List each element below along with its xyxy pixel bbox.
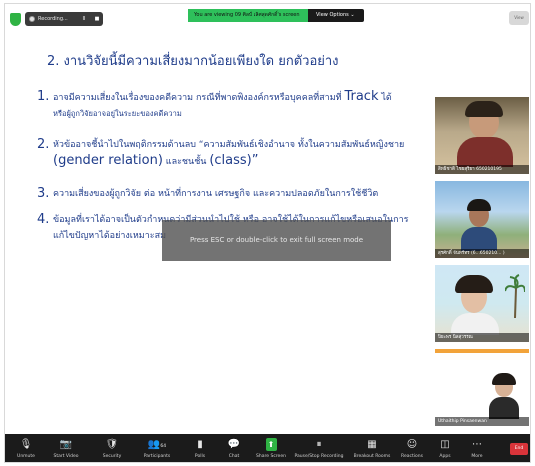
slide-item-3: 3. ความเสี่ยงของผู้ถูกวิจัย ต่อ หน้าที่ก… [37, 186, 428, 202]
video-tile[interactable]: สิทธิชาติ ไชยสุริยา 650210195 [435, 97, 529, 174]
view-button[interactable]: View [509, 11, 529, 25]
participant-shirt [489, 397, 519, 419]
end-meeting-button[interactable]: End [510, 443, 528, 455]
shield-icon: 🛡 [105, 439, 119, 450]
item-text-en: (gender relation) [53, 153, 163, 168]
start-video-button[interactable]: 📷 Start Video [49, 434, 83, 462]
participant-hair [467, 199, 491, 211]
stop-recording-button[interactable]: ■ [92, 16, 102, 22]
meeting-toolbar: 🎙 Unmute 📷 Start Video 🛡 Security 👥64 Pa… [5, 434, 530, 462]
item-text-end: ได้ [381, 93, 392, 103]
chat-button[interactable]: 💬 Chat [221, 434, 247, 462]
view-options-button[interactable]: View Options ⌄ [308, 9, 355, 22]
video-tile[interactable]: สุรศักดิ์ จันทร์ทร (6...650210... ) [435, 181, 529, 258]
participants-button[interactable]: 👥64 Participants [137, 434, 177, 462]
apps-icon: ◫ [440, 439, 450, 450]
palm-tree-icon [505, 274, 525, 318]
item-number: 4. [37, 212, 50, 227]
item-text: ความเสี่ยงของผู้ถูกวิจัย ต่อ หน้าที่การง… [53, 189, 379, 199]
zoom-window: Recording... II ■ You are viewing 09 ศิล… [4, 3, 531, 463]
item-number: 2. [37, 137, 50, 152]
security-button[interactable]: 🛡 Security [97, 434, 127, 462]
recording-indicator: Recording... II ■ [25, 12, 103, 26]
item-text-end: (class)” [209, 153, 259, 168]
viewing-banner: You are viewing 09 ศิลป์ เลิศสุดศักดิ์'s… [188, 9, 364, 22]
chat-icon: 💬 [227, 439, 241, 450]
item-text-en: Track [344, 89, 379, 104]
record-dot-icon [29, 16, 35, 22]
pause-recording-button[interactable]: II [79, 16, 89, 22]
participants-icon: 👥64 [147, 439, 167, 450]
reactions-button[interactable]: ☺ Reactions [397, 434, 427, 462]
viewing-text: You are viewing 09 ศิลป์ เลิศสุดศักดิ์'s… [188, 9, 308, 22]
shield-icon[interactable] [10, 13, 21, 26]
top-bar: Recording... II ■ You are viewing 09 ศิล… [5, 4, 530, 34]
pause-stop-recording-button[interactable]: ⏸ Pause/Stop Recording [293, 434, 345, 462]
item-number: 1. [37, 89, 50, 104]
participant-shirt [457, 137, 513, 167]
apps-button[interactable]: ◫ Apps [433, 434, 457, 462]
item-text: หัวข้ออาจชี้นำไปในพฤติกรรมด้านลบ “ความสั… [53, 140, 405, 150]
item-text-line2: แก้ไขปัญหาได้อย่างเหมาะสม [53, 231, 167, 241]
recording-label: Recording... [38, 16, 68, 22]
share-screen-button[interactable]: ⬆ Share Screen [253, 434, 289, 462]
pause-recording-icon: ⏸ [316, 439, 322, 450]
share-screen-icon: ⬆ [265, 438, 277, 451]
shared-slide: 2. งานวิจัยนี้มีความเสี่ยงมากน้อยเพียงใด… [5, 34, 435, 434]
slide-item-1: 1. อาจมีความเสี่ยงในเรื่องของคดีความ กรณ… [37, 89, 428, 122]
participant-shirt [451, 313, 499, 335]
participant-name: สุรศักดิ์ จันทร์ทร (6...650210... ) [435, 249, 529, 258]
unmute-button[interactable]: 🎙 Unmute [11, 434, 41, 462]
participant-hair [455, 275, 493, 293]
camera-icon: 📷 [59, 439, 73, 450]
exit-fullscreen-toast: Press ESC or double-click to exit full s… [162, 220, 391, 261]
polls-icon: ▮ [197, 439, 203, 450]
polls-button[interactable]: ▮ Polls [187, 434, 213, 462]
participant-hair [465, 101, 503, 117]
video-tile[interactable]: ปิยะพร นิลสุวรรณ [435, 265, 529, 342]
participant-hair [492, 373, 516, 385]
participant-name: ปิยะพร นิลสุวรรณ [435, 333, 529, 342]
item-text-line2: หรือผู้ถูกวิจัยอาจอยู่ในระยะของคดีความ [53, 109, 182, 118]
breakout-rooms-button[interactable]: ▦ Breakout Rooms [349, 434, 395, 462]
participant-name: Uthaithip Pinsaenwan [435, 417, 529, 426]
participant-count: 64 [160, 444, 167, 449]
item-text-mid: และชนชั้น [165, 157, 207, 167]
microphone-icon: 🎙 [19, 439, 33, 450]
slide-title: 2. งานวิจัยนี้มีความเสี่ยงมากน้อยเพียงใด… [47, 54, 339, 69]
video-tile[interactable]: Uthaithip Pinsaenwan [435, 349, 529, 426]
item-number: 3. [37, 186, 50, 201]
participant-shirt [461, 227, 497, 251]
slide-item-2: 2. หัวข้ออาจชี้นำไปในพฤติกรรมด้านลบ “ควา… [37, 137, 428, 170]
item-text: อาจมีความเสี่ยงในเรื่องของคดีความ กรณีที… [53, 93, 342, 103]
more-icon: ⋯ [472, 439, 482, 450]
participant-name: สิทธิชาติ ไชยสุริยา 650210195 [435, 165, 529, 174]
more-button[interactable]: ⋯ More [465, 434, 489, 462]
reactions-icon: ☺ [406, 439, 418, 450]
breakout-rooms-icon: ▦ [367, 439, 377, 450]
